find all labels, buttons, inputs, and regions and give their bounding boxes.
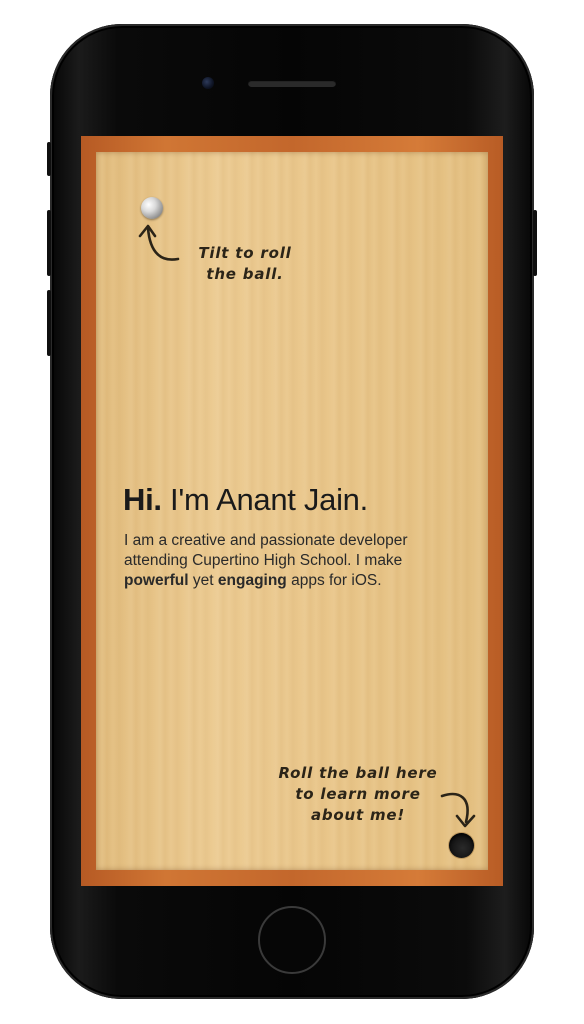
volume-up-button [47,210,51,276]
power-button [533,210,537,276]
phone-frame: Tilt to roll the ball. Hi. I'm Anant Jai… [47,24,537,999]
word-powerful: powerful [124,572,189,589]
name-heading: I'm Anant Jain. [170,482,368,517]
roll-here-hint: Roll the ball here to learn more about m… [263,763,453,826]
wood-board[interactable]: Tilt to roll the ball. Hi. I'm Anant Jai… [96,152,488,870]
earpiece-speaker [248,80,336,87]
roll-hint-line3: about me! [310,806,406,824]
silent-switch [47,142,51,176]
curved-arrow-up-icon [138,224,180,261]
page-title: Hi. I'm Anant Jain. [123,482,483,518]
word-yet: yet [188,572,218,589]
volume-down-button [47,290,51,356]
front-camera-icon [202,77,214,89]
intro-part1: I am a creative and passionate developer… [124,532,408,569]
roll-hint-line1: Roll the ball here [278,764,438,782]
roll-hint-line2: to learn more [295,785,421,803]
goal-hole-icon[interactable] [449,833,474,858]
greeting: Hi. [123,482,162,517]
curved-arrow-down-icon [440,792,476,828]
screen: Tilt to roll the ball. Hi. I'm Anant Jai… [81,136,503,886]
home-button [258,906,326,974]
intro-part2: apps for iOS. [286,572,382,589]
tilt-hint: Tilt to roll the ball. [180,243,310,285]
silver-ball-icon[interactable] [141,197,163,219]
tilt-hint-line2: the ball. [206,265,284,283]
intro-text: I am a creative and passionate developer… [124,531,464,591]
tilt-hint-line1: Tilt to roll [198,244,292,262]
word-engaging: engaging [217,572,287,589]
